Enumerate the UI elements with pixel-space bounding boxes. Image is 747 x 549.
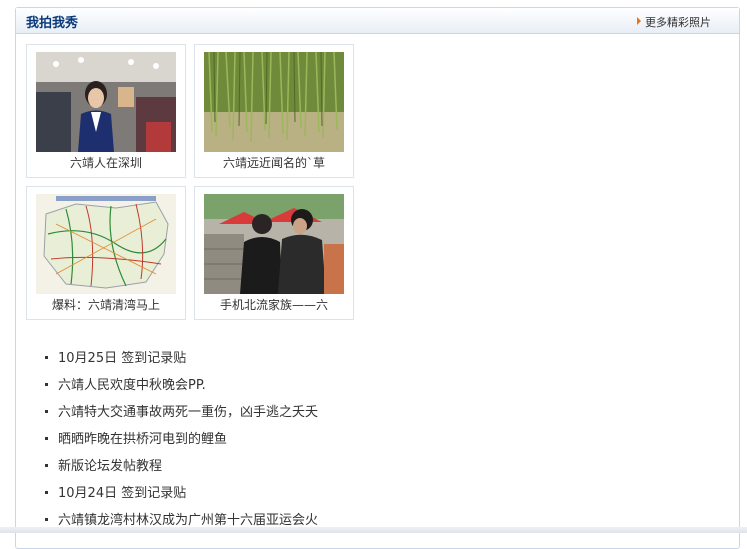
photo-item-1[interactable]: 六靖人在深圳 (26, 44, 186, 178)
photo-grass-image (204, 52, 344, 152)
section-title: 我拍我秀 (26, 16, 79, 31)
photo-item-2[interactable]: 六靖远近闻名的`草 (194, 44, 354, 178)
photo-store-girl-image (36, 52, 176, 152)
bullet-icon (45, 356, 48, 359)
news-link[interactable]: 六靖特大交通事故两死一重伤，凶手逃之夭夭 (58, 405, 318, 420)
bullet-icon (45, 383, 48, 386)
news-item[interactable]: 晒晒昨晚在拱桥河电到的鲤鱼 (45, 431, 318, 458)
news-link[interactable]: 新版论坛发帖教程 (58, 459, 162, 474)
panel-header: 我拍我秀 更多精彩照片 (16, 8, 739, 34)
photo-caption[interactable]: 爆料：六靖清湾马上 (27, 296, 185, 313)
arrow-right-icon (637, 17, 641, 25)
photo-map-image (36, 194, 176, 294)
news-link[interactable]: 六靖镇龙湾村林汉成为广州第十六届亚运会火 (58, 513, 318, 528)
more-photos-link[interactable]: 更多精彩照片 (637, 14, 711, 30)
news-item[interactable]: 10月25日 签到记录贴 (45, 350, 318, 377)
bullet-icon (45, 437, 48, 440)
news-link[interactable]: 10月25日 签到记录贴 (58, 351, 186, 366)
bullet-icon (45, 410, 48, 413)
news-list: 10月25日 签到记录贴 六靖人民欢度中秋晚会PP. 六靖特大交通事故两死一重伤… (45, 350, 318, 539)
news-item[interactable]: 六靖镇龙湾村林汉成为广州第十六届亚运会火 (45, 512, 318, 539)
bullet-icon (45, 491, 48, 494)
photo-caption[interactable]: 六靖远近闻名的`草 (195, 154, 353, 171)
news-link[interactable]: 晒晒昨晚在拱桥河电到的鲤鱼 (58, 432, 227, 447)
bullet-icon (45, 518, 48, 521)
news-item[interactable]: 六靖人民欢度中秋晚会PP. (45, 377, 318, 404)
news-item[interactable]: 六靖特大交通事故两死一重伤，凶手逃之夭夭 (45, 404, 318, 431)
more-photos-label: 更多精彩照片 (645, 16, 711, 29)
photo-two-men-image (204, 194, 344, 294)
news-item[interactable]: 10月24日 签到记录贴 (45, 485, 318, 512)
photo-caption[interactable]: 手机北流家族——六 (195, 296, 353, 313)
news-item[interactable]: 新版论坛发帖教程 (45, 458, 318, 485)
news-link[interactable]: 六靖人民欢度中秋晚会PP. (58, 378, 206, 393)
bullet-icon (45, 464, 48, 467)
photo-caption[interactable]: 六靖人在深圳 (27, 154, 185, 171)
news-link[interactable]: 10月24日 签到记录贴 (58, 486, 186, 501)
bottom-scrollbar[interactable] (0, 527, 747, 533)
photo-item-4[interactable]: 手机北流家族——六 (194, 186, 354, 320)
photo-item-3[interactable]: 爆料：六靖清湾马上 (26, 186, 186, 320)
